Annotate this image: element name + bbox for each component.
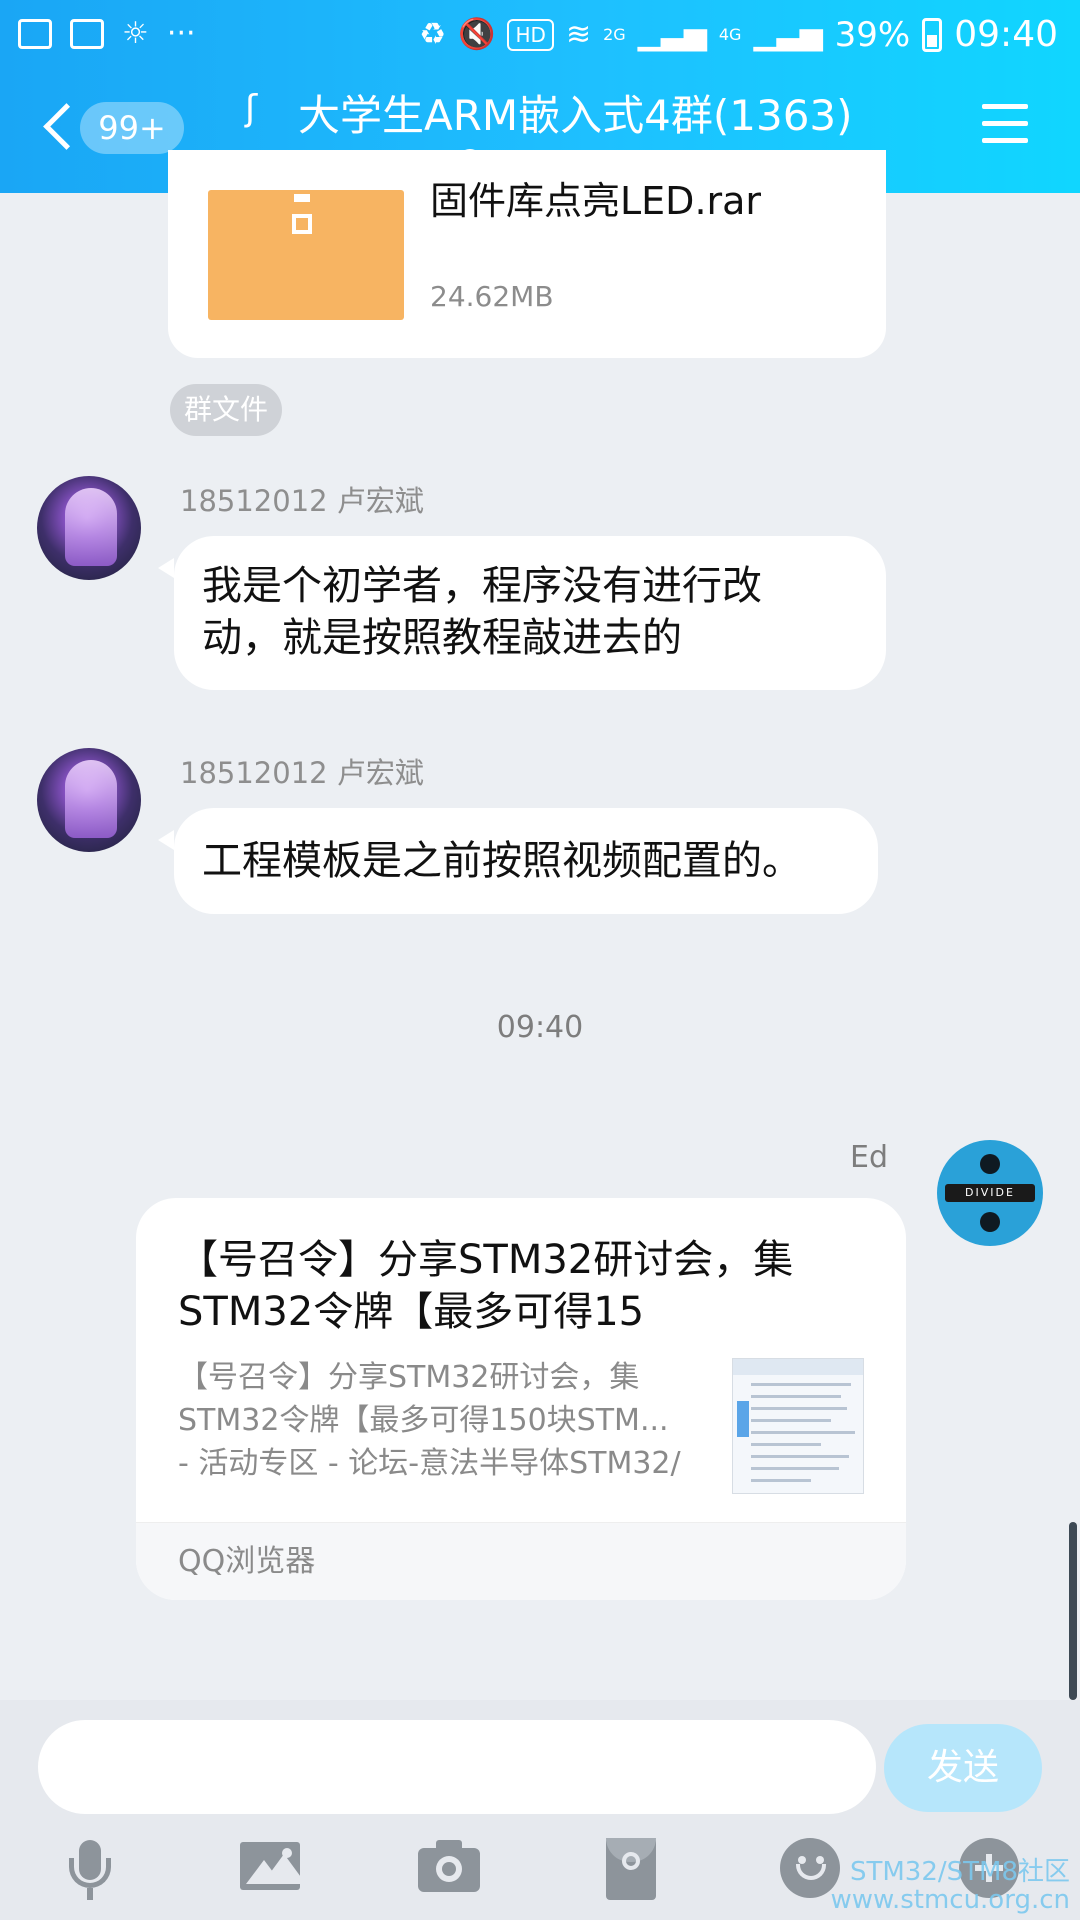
ear-icon: ʃ [245, 88, 258, 129]
sender-name: 18512012 卢宏斌 [180, 756, 424, 790]
webpage-thumbnail [732, 1358, 864, 1494]
wifi-icon: ≋ [565, 16, 592, 52]
bubble-tail [158, 558, 174, 578]
message-bubble[interactable]: 我是个初学者，程序没有进行改 动，就是按照教程敲进去的 [174, 536, 886, 690]
shared-link-card[interactable]: 【号召令】分享STM32研讨会，集 STM32令牌【最多可得15 【号召令】分享… [136, 1198, 906, 1600]
unread-badge[interactable]: 99+ [80, 102, 184, 154]
shared-link-title-line: 【号召令】分享STM32研讨会，集 [178, 1237, 794, 1283]
back-button[interactable] [40, 100, 80, 154]
message-text-line: 动，就是按照教程敲进去的 [202, 615, 682, 661]
watermark-line: STM32/STM8社区 [849, 1857, 1070, 1887]
message-input[interactable] [38, 1720, 876, 1814]
file-message[interactable]: 固件库点亮LED.rar 24.62MB [168, 150, 886, 358]
scrollbar[interactable] [1069, 1522, 1077, 1700]
file-name: 固件库点亮LED.rar [430, 179, 762, 223]
sender-name: 18512012 卢宏斌 [180, 484, 424, 518]
timestamp: 09:40 [496, 1010, 584, 1045]
watermark-line: www.stmcu.org.cn [830, 1885, 1070, 1915]
microphone-icon[interactable] [55, 1834, 125, 1904]
mail-icon [70, 19, 104, 49]
avatar[interactable] [37, 476, 141, 580]
hd-label: HD [507, 18, 554, 51]
camera-icon[interactable] [414, 1834, 484, 1904]
shared-link-title-line: STM32令牌【最多可得15 [178, 1289, 645, 1335]
shared-link-title: 【号召令】分享STM32研讨会，集 STM32令牌【最多可得15 [178, 1234, 838, 1338]
avatar[interactable]: DIVIDE [937, 1140, 1043, 1246]
send-button[interactable]: 发送 [884, 1724, 1042, 1812]
network-4g-label: 4G [718, 25, 742, 44]
shared-link-desc-line: STM32令牌【最多可得150块STM... [178, 1403, 669, 1438]
gallery-icon [18, 19, 52, 49]
menu-button[interactable] [982, 104, 1028, 144]
signal-icon-2: ▁▃▅ [753, 16, 823, 52]
more-icon: ··· [166, 16, 196, 51]
bubble-tail [158, 830, 174, 850]
avatar[interactable] [37, 748, 141, 852]
avatar-label: DIVIDE [945, 1184, 1035, 1202]
message-text: 工程模板是之前按照视频配置的。 [202, 838, 802, 884]
battery-icon [922, 17, 943, 52]
sender-name: Ed [850, 1140, 888, 1175]
shared-link-desc-line: - 活动专区 - 论坛-意法半导体STM32/ [178, 1446, 681, 1481]
weather-icon: ☼ [122, 16, 149, 51]
network-2g-label: 2G [603, 25, 626, 44]
recycle-icon: ♻ [419, 16, 447, 52]
status-time: 09:40 [954, 14, 1058, 55]
battery-percent: 39% [834, 14, 911, 55]
shared-link-source: QQ浏览器 [136, 1522, 906, 1600]
signal-icon: ▁▃▅ [637, 16, 707, 52]
file-size: 24.62MB [430, 280, 554, 313]
message-bubble[interactable]: 工程模板是之前按照视频配置的。 [174, 808, 878, 914]
shared-link-description: 【号召令】分享STM32研讨会，集 STM32令牌【最多可得150块STM...… [178, 1356, 728, 1485]
mute-icon: 🔇 [458, 16, 496, 52]
status-bar: ☼ ··· ♻ 🔇 HD ≋ 2G ▁▃▅ 4G ▁▃▅ 39% 09:40 [0, 0, 1080, 70]
file-icon [208, 190, 404, 320]
chat-title[interactable]: 大学生ARM嵌入式4群(1363) [298, 82, 853, 143]
image-icon[interactable] [236, 1834, 306, 1904]
shared-link-desc-line: 【号召令】分享STM32研讨会，集 [178, 1360, 640, 1395]
watermark: STM32/STM8社区 www.stmcu.org.cn [831, 1858, 1070, 1914]
message-text-line: 我是个初学者，程序没有进行改 [202, 563, 762, 609]
red-packet-icon[interactable] [596, 1834, 666, 1904]
group-file-tag[interactable]: 群文件 [170, 384, 282, 436]
